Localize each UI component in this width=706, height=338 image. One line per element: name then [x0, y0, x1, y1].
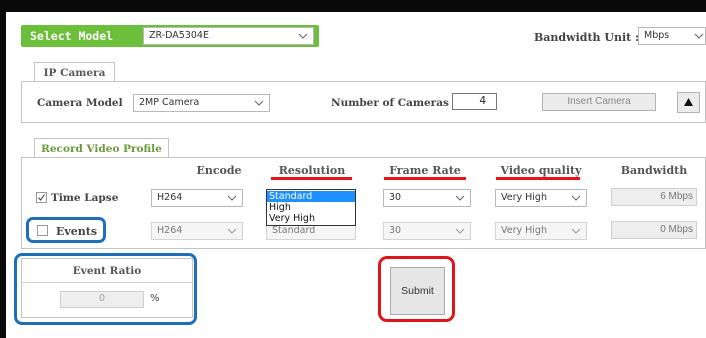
time-lapse-bandwidth-field: 6 Mbps: [611, 188, 697, 206]
tab-ip-camera[interactable]: IP Camera: [34, 62, 115, 82]
model-select[interactable]: ZR-DA5304E: [143, 27, 314, 45]
events-encode-select[interactable]: H264: [151, 222, 243, 240]
col-header-video-quality: Video quality: [500, 164, 582, 177]
chevron-down-icon: [227, 195, 237, 201]
time-lapse-video-quality-value: Very High: [501, 192, 547, 203]
chevron-down-icon: [455, 228, 465, 234]
events-bandwidth-field: 0 Mbps: [611, 221, 697, 239]
time-lapse-frame-rate-select[interactable]: 30: [383, 189, 471, 207]
col-header-encode: Encode: [196, 164, 242, 177]
bandwidth-unit-select[interactable]: Mbps: [638, 27, 706, 45]
col-header-bandwidth: Bandwidth: [620, 164, 688, 177]
chevron-down-icon: [298, 33, 308, 39]
tab-ip-camera-label: IP Camera: [43, 67, 106, 79]
model-select-value: ZR-DA5304E: [149, 30, 209, 41]
chevron-down-icon: [694, 33, 704, 39]
collapse-button[interactable]: [677, 92, 700, 113]
tab-record-video-profile-label: Record Video Profile: [41, 143, 162, 155]
time-lapse-resolution-dropdown[interactable]: Standard High Very High: [266, 189, 356, 226]
resolution-option-very-high[interactable]: Very High: [267, 213, 355, 224]
frame-rate-underline: [384, 177, 466, 180]
insert-camera-button[interactable]: Insert Camera: [542, 93, 656, 111]
col-header-resolution: Resolution: [278, 164, 346, 177]
select-model-label: Select Model: [30, 29, 114, 43]
time-lapse-encode-value: H264: [157, 192, 183, 203]
events-resolution-value: Standard: [272, 225, 316, 236]
time-lapse-encode-select[interactable]: H264: [151, 189, 243, 207]
chevron-down-icon: [571, 228, 581, 234]
top-black-bar: [0, 0, 706, 12]
events-bandwidth-value: 0 Mbps: [660, 224, 693, 235]
chevron-down-icon: [254, 100, 264, 106]
num-cameras-label: Number of Cameras: [331, 97, 449, 109]
events-video-quality-select[interactable]: Very High: [495, 222, 587, 240]
col-header-frame-rate: Frame Rate: [389, 164, 461, 177]
camera-model-value: 2MP Camera: [139, 97, 200, 108]
events-encode-value: H264: [157, 225, 183, 236]
time-lapse-video-quality-select[interactable]: Very High: [495, 189, 587, 207]
resolution-option-high[interactable]: High: [267, 202, 355, 213]
events-frame-rate-select[interactable]: 30: [383, 222, 471, 240]
chevron-down-icon: [227, 228, 237, 234]
events-highlight: [26, 217, 106, 243]
time-lapse-checkbox[interactable]: [36, 192, 47, 203]
record-profile-box: [21, 157, 706, 249]
bandwidth-unit-label: Bandwidth Unit :: [534, 31, 640, 44]
submit-highlight: [378, 256, 455, 322]
events-video-quality-value: Very High: [501, 225, 547, 236]
triangle-up-icon: [684, 98, 693, 106]
chevron-down-icon: [571, 195, 581, 201]
resolution-option-standard[interactable]: Standard: [267, 191, 355, 202]
tab-record-video-profile[interactable]: Record Video Profile: [34, 138, 169, 158]
video-quality-underline: [496, 177, 580, 180]
camera-model-label: Camera Model: [37, 97, 123, 109]
num-cameras-input[interactable]: 4: [452, 93, 497, 110]
checkmark-icon: [38, 194, 45, 201]
events-frame-rate-value: 30: [389, 225, 402, 236]
time-lapse-label: Time Lapse: [51, 192, 119, 204]
event-ratio-highlight: [14, 253, 197, 325]
camera-model-select[interactable]: 2MP Camera: [133, 94, 270, 112]
resolution-underline: [271, 177, 352, 180]
chevron-down-icon: [455, 195, 465, 201]
time-lapse-bandwidth-value: 6 Mbps: [660, 191, 693, 202]
num-cameras-value: 4: [479, 95, 486, 107]
time-lapse-frame-rate-value: 30: [389, 192, 402, 203]
bandwidth-unit-value: Mbps: [644, 30, 670, 41]
